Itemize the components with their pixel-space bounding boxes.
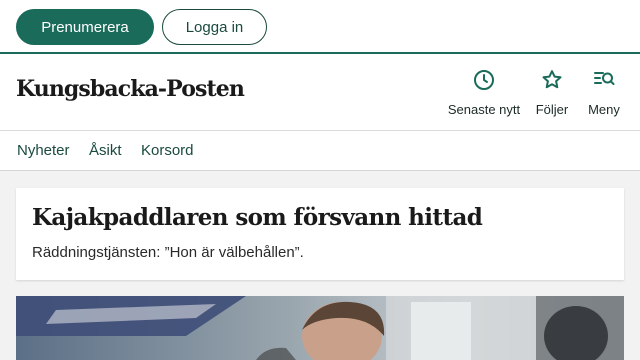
masthead: Kungsbacka-Posten Senaste nytt Följer Me…: [0, 54, 640, 131]
menu-label: Meny: [588, 102, 620, 117]
top-bar: Prenumerera Logga in: [0, 0, 640, 54]
article-subheadline: Räddningstjänsten: ”Hon är välbehållen”.: [32, 244, 304, 261]
latest-news-label: Senaste nytt: [447, 102, 521, 117]
section-nav: Nyheter Åsikt Korsord: [0, 131, 640, 171]
site-logo[interactable]: Kungsbacka-Posten: [16, 76, 245, 102]
section-link-asikt[interactable]: Åsikt: [89, 142, 122, 159]
article-teaser-card[interactable]: Kajakpaddlaren som försvann hittad Räddn…: [16, 188, 624, 280]
following-button[interactable]: Följer: [533, 68, 571, 117]
article-headline[interactable]: Kajakpaddlaren som försvann hittad: [32, 204, 483, 231]
menu-search-icon: [592, 68, 616, 97]
login-button[interactable]: Logga in: [162, 9, 267, 45]
latest-news-button[interactable]: Senaste nytt: [447, 68, 521, 117]
star-icon: [540, 68, 564, 97]
article-photo[interactable]: [16, 296, 624, 360]
following-label: Följer: [535, 102, 569, 117]
section-link-korsord[interactable]: Korsord: [141, 142, 194, 159]
news-photo-image: [16, 296, 624, 360]
subscribe-button[interactable]: Prenumerera: [16, 9, 154, 45]
clock-icon: [472, 68, 496, 97]
menu-button[interactable]: Meny: [585, 68, 623, 117]
section-link-nyheter[interactable]: Nyheter: [17, 142, 70, 159]
